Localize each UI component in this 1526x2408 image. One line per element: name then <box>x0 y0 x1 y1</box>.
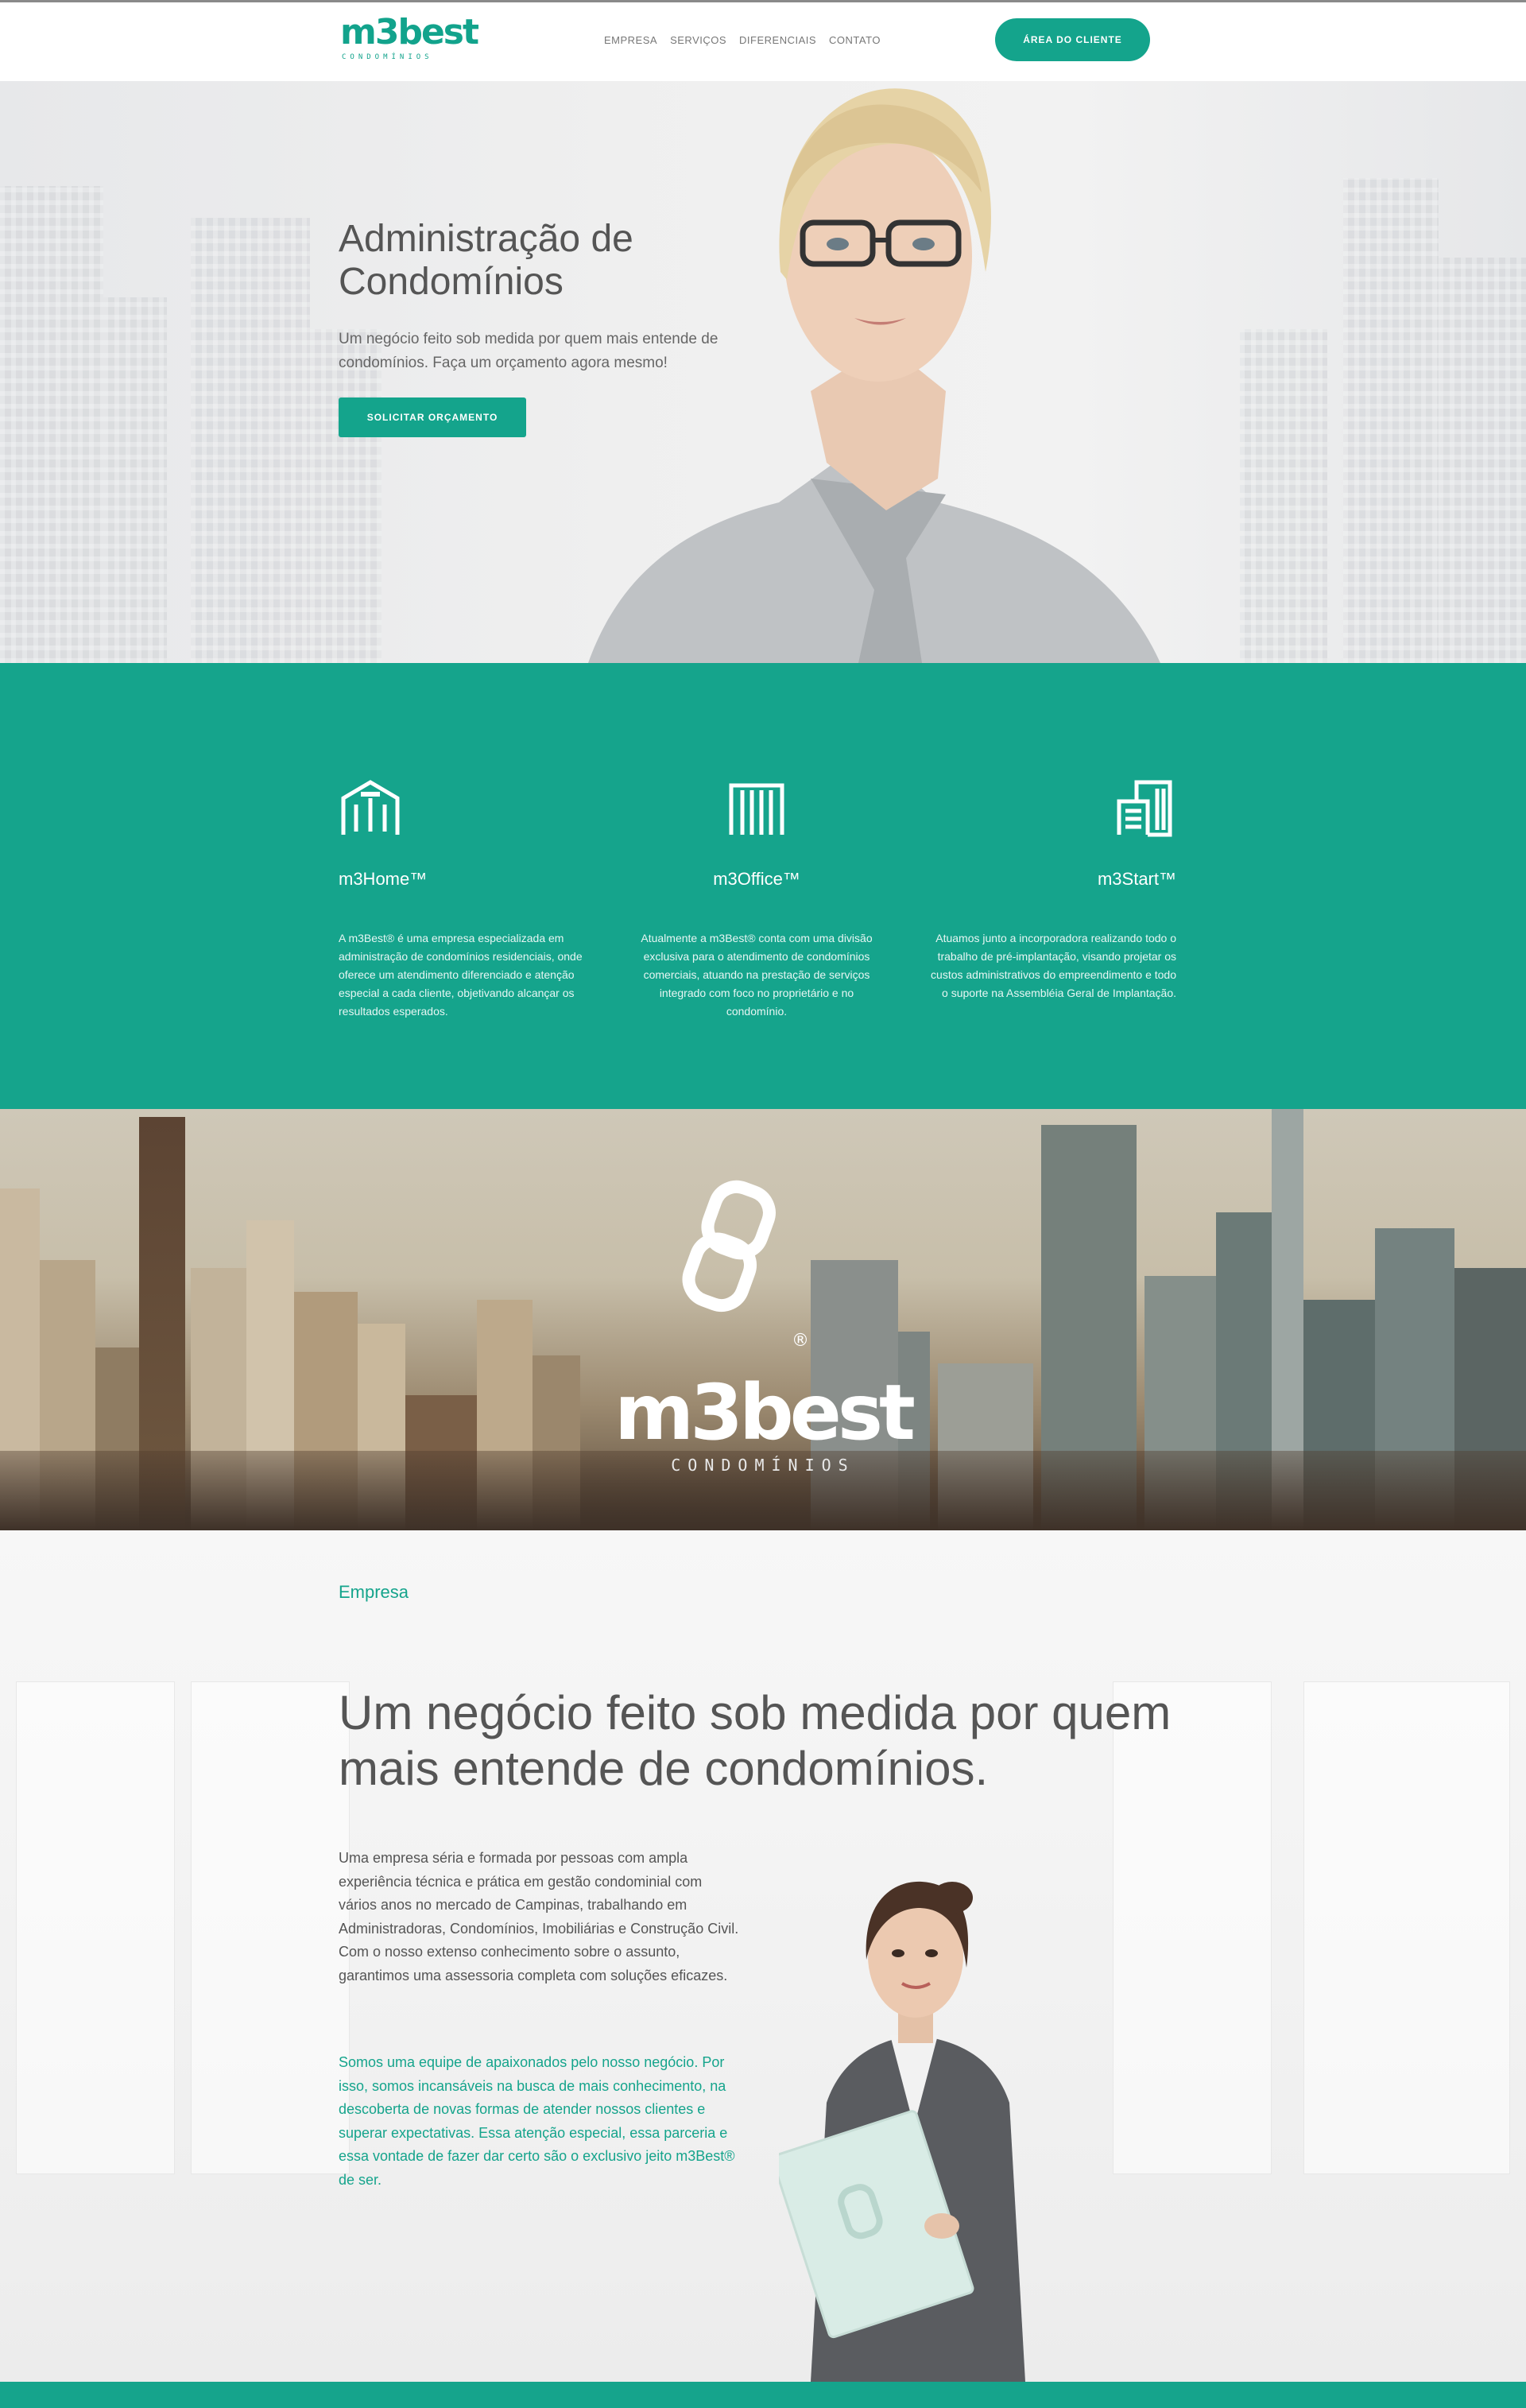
nav-link-servicos[interactable]: SERVIÇOS <box>670 34 726 46</box>
service-text: Atuamos junto a incorporadora realizando… <box>931 932 1176 999</box>
service-text: Atualmente a m3Best® conta com uma divis… <box>641 932 873 1018</box>
residential-building-icon <box>341 780 400 835</box>
logo-wordmark: m3best <box>340 12 479 52</box>
empresa-paragraph: Uma empresa séria e formada por pessoas … <box>339 1850 739 1983</box>
main-nav: EMPRESA SERVIÇOS DIFERENCIAIS CONTATO <box>604 34 881 46</box>
logo-subtitle: CONDOMÍNIOS <box>342 53 433 61</box>
registered-mark: ® <box>792 1331 809 1351</box>
service-text: A m3Best® é uma empresa especializada em… <box>339 932 583 1018</box>
startup-building-icon <box>1117 780 1172 837</box>
service-card-m3start: m3Start™ Atuamos junto a incorporadora r… <box>922 774 1176 1002</box>
page: m3best CONDOMÍNIOS EMPRESA SERVIÇOS DIFE… <box>0 0 1526 2408</box>
m3best-emblem-icon: ® m3best CONDOMÍNIOS <box>614 1180 918 1475</box>
client-area-button[interactable]: ÁREA DO CLIENTE <box>995 18 1150 61</box>
background-window <box>16 1681 175 2174</box>
service-card-m3home: m3Home™ A m3Best® é uma empresa especial… <box>339 774 593 1021</box>
empresa-title: Um negócio feito sob medida por quem mai… <box>339 1686 1172 1795</box>
city-banner-wordmark: m3best <box>614 1368 914 1457</box>
background-building <box>310 329 382 663</box>
nav-link-diferenciais[interactable]: DIFERENCIAIS <box>739 34 816 46</box>
logo[interactable]: m3best CONDOMÍNIOS <box>340 14 479 69</box>
city-banner: ® m3best CONDOMÍNIOS <box>0 1109 1526 1530</box>
nav-link-contato[interactable]: CONTATO <box>829 34 881 46</box>
empresa-highlight-paragraph: Somos uma equipe de apaixonados pelo nos… <box>339 2054 735 2188</box>
hero-section: Administração de Condomínios Um negócio … <box>0 81 1526 663</box>
site-header: m3best CONDOMÍNIOS EMPRESA SERVIÇOS DIFE… <box>0 0 1526 81</box>
empresa-section: Empresa Um negócio feito sob medida por … <box>0 1530 1526 2382</box>
service-title: m3Home™ <box>339 869 428 889</box>
background-building <box>191 218 310 663</box>
request-quote-button[interactable]: SOLICITAR ORÇAMENTO <box>339 397 526 437</box>
city-banner-subtitle: CONDOMÍNIOS <box>671 1456 854 1475</box>
nav-link-empresa[interactable]: EMPRESA <box>604 34 657 46</box>
background-window <box>1303 1681 1510 2174</box>
background-window <box>191 1681 350 2174</box>
services-section: m3Home™ A m3Best® é uma empresa especial… <box>0 663 1526 1109</box>
background-building <box>103 297 167 663</box>
service-title: m3Office™ <box>713 869 800 889</box>
businesswoman-with-folder-photo <box>779 1881 1025 2382</box>
office-building-icon <box>729 783 784 835</box>
businesswoman-photo <box>588 88 1160 663</box>
footer-bar <box>0 2382 1526 2408</box>
background-building <box>1439 258 1526 663</box>
section-label: Empresa <box>339 1582 409 1602</box>
service-card-m3office: m3Office™ Atualmente a m3Best® conta com… <box>629 774 884 1021</box>
background-building <box>1343 178 1439 663</box>
background-building <box>0 186 103 663</box>
service-title: m3Start™ <box>1097 869 1176 889</box>
city-banner-logo: ® m3best CONDOMÍNIOS <box>604 1157 922 1491</box>
